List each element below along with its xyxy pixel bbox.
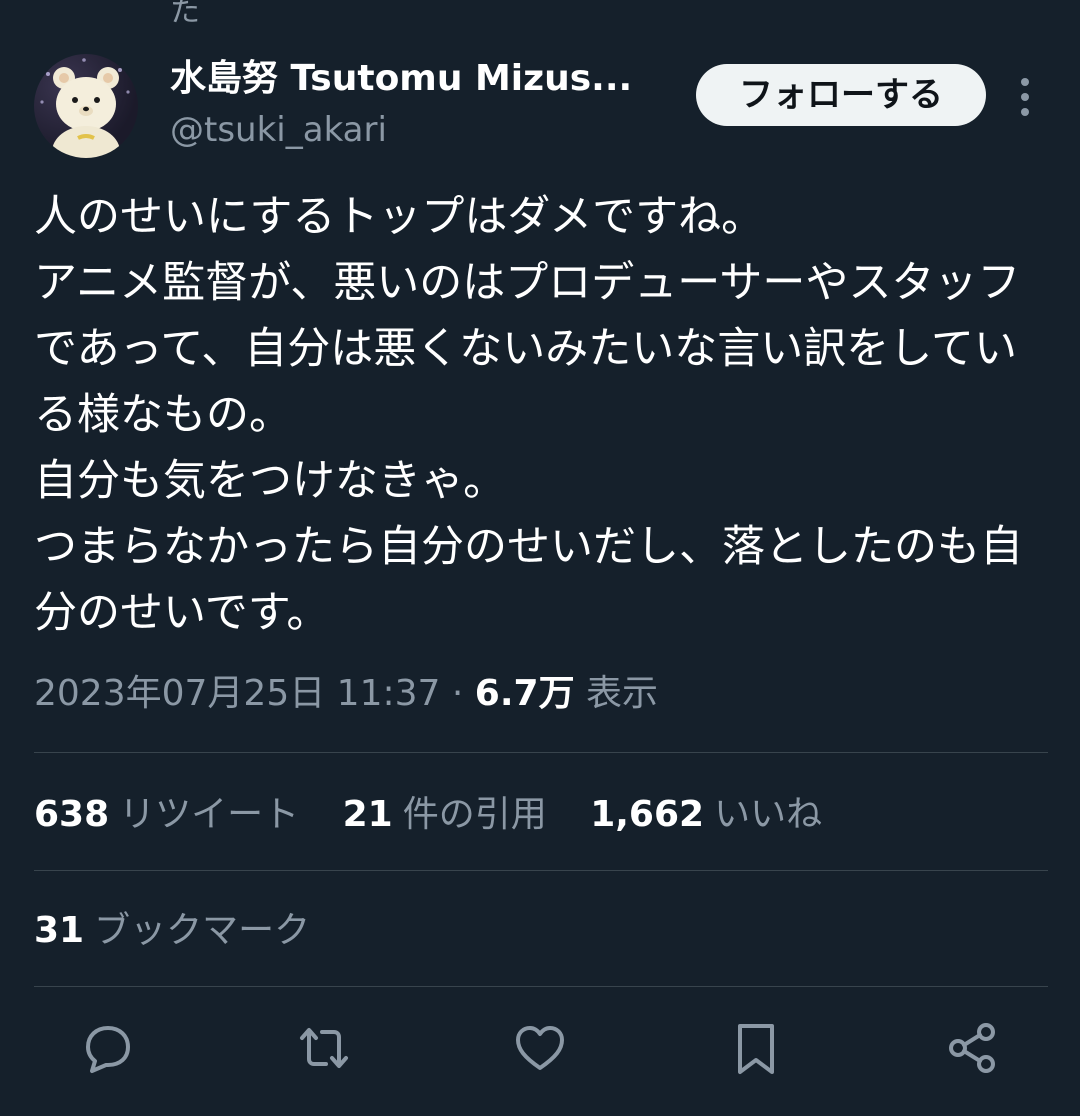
follow-button[interactable]: フォローする — [696, 64, 986, 126]
engagement-stats: 638 リツイート 21 件の引用 1,662 いいね — [34, 788, 854, 842]
like-icon[interactable] — [510, 1018, 570, 1078]
retweets-stat[interactable]: 638 リツイート — [34, 788, 299, 842]
likes-stat[interactable]: 1,662 いいね — [590, 788, 822, 842]
divider — [34, 752, 1048, 753]
quotes-count: 21 — [342, 794, 393, 835]
bookmark-icon[interactable] — [726, 1018, 786, 1078]
likes-label: いいね — [714, 794, 823, 835]
tweet-timestamp[interactable]: 2023年07月25日 11:37 — [34, 673, 440, 714]
reply-icon[interactable] — [78, 1018, 138, 1078]
retweet-icon[interactable] — [294, 1018, 354, 1078]
retweets-count: 638 — [34, 794, 110, 835]
quotes-label: 件の引用 — [402, 794, 547, 835]
views-label: 表示 — [586, 673, 659, 714]
bear-avatar-icon[interactable] — [34, 54, 138, 158]
tweet-actions-bar — [0, 1018, 1080, 1088]
bookmarks-label: ブックマーク — [94, 910, 311, 951]
author-handle[interactable]: @tsuki_akari — [170, 108, 670, 152]
author-display-name[interactable]: 水島努 Tsutomu Mizus... — [170, 56, 670, 102]
tweet-header: 水島努 Tsutomu Mizus... @tsuki_akari フォローする — [34, 50, 1048, 160]
retweets-label: リツイート — [119, 794, 300, 835]
tweet-meta: 2023年07月25日 11:37 · 6.7万 表示 — [34, 668, 658, 720]
thread-previous-text: た — [170, 0, 200, 29]
tweet-text: 人のせいにするトップはダメですね。 アニメ監督が、悪いのはプロデューサーやスタッ… — [34, 192, 1023, 638]
views-count[interactable]: 6.7万 — [475, 673, 575, 714]
more-vertical-icon[interactable] — [1010, 74, 1040, 120]
divider — [34, 870, 1048, 871]
author-info[interactable]: 水島努 Tsutomu Mizus... @tsuki_akari — [170, 56, 670, 152]
divider — [34, 986, 1048, 987]
bookmarks-stat[interactable]: 31 ブックマーク — [34, 904, 342, 958]
meta-separator: · — [451, 673, 464, 714]
bookmarks-count: 31 — [34, 910, 85, 951]
share-icon[interactable] — [942, 1018, 1002, 1078]
quotes-stat[interactable]: 21 件の引用 — [343, 788, 547, 842]
likes-count: 1,662 — [590, 794, 705, 835]
